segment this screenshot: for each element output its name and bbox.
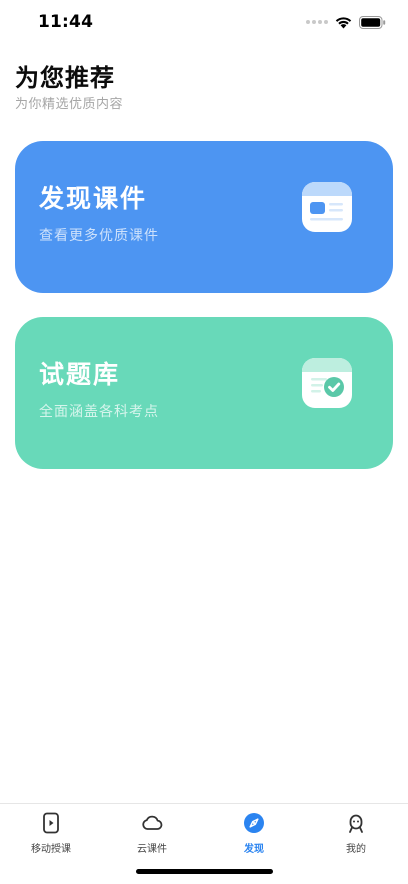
status-indicators: [306, 15, 386, 29]
home-indicator: [136, 869, 273, 874]
tab-cloud-courseware[interactable]: 云课件: [112, 812, 192, 862]
cloud-icon: [142, 815, 163, 830]
page-title: 为您推荐: [15, 64, 115, 92]
status-bar: 11:44: [0, 0, 408, 46]
status-time: 11:44: [38, 12, 94, 32]
tab-mobile-teaching[interactable]: 移动授课: [11, 812, 91, 862]
tab-profile[interactable]: 我的: [316, 812, 396, 862]
tab-label: 我的: [346, 844, 366, 855]
battery-icon: [359, 15, 386, 29]
mobile-teaching-icon: [43, 812, 59, 834]
card-description: 全面涵盖各科考点: [39, 404, 159, 420]
discover-courseware-card[interactable]: 发现课件 查看更多优质课件: [15, 141, 393, 293]
tab-label: 移动授课: [31, 844, 71, 855]
question-bank-card[interactable]: 试题库 全面涵盖各科考点: [15, 317, 393, 469]
card-description: 查看更多优质课件: [39, 228, 159, 244]
compass-icon: [244, 813, 264, 833]
page-subtitle: 为你精选优质内容: [15, 97, 124, 112]
card-title: 发现课件: [39, 184, 148, 213]
cellular-signal-icon: [306, 20, 328, 24]
card-title: 试题库: [39, 360, 121, 389]
tab-label: 云课件: [137, 844, 167, 855]
tab-discover[interactable]: 发现: [214, 812, 294, 862]
profile-icon: [349, 814, 363, 833]
wifi-icon: [335, 16, 352, 28]
question-bank-check-icon: [302, 358, 352, 408]
tab-label: 发现: [244, 844, 264, 855]
courseware-doc-icon: [302, 182, 352, 232]
